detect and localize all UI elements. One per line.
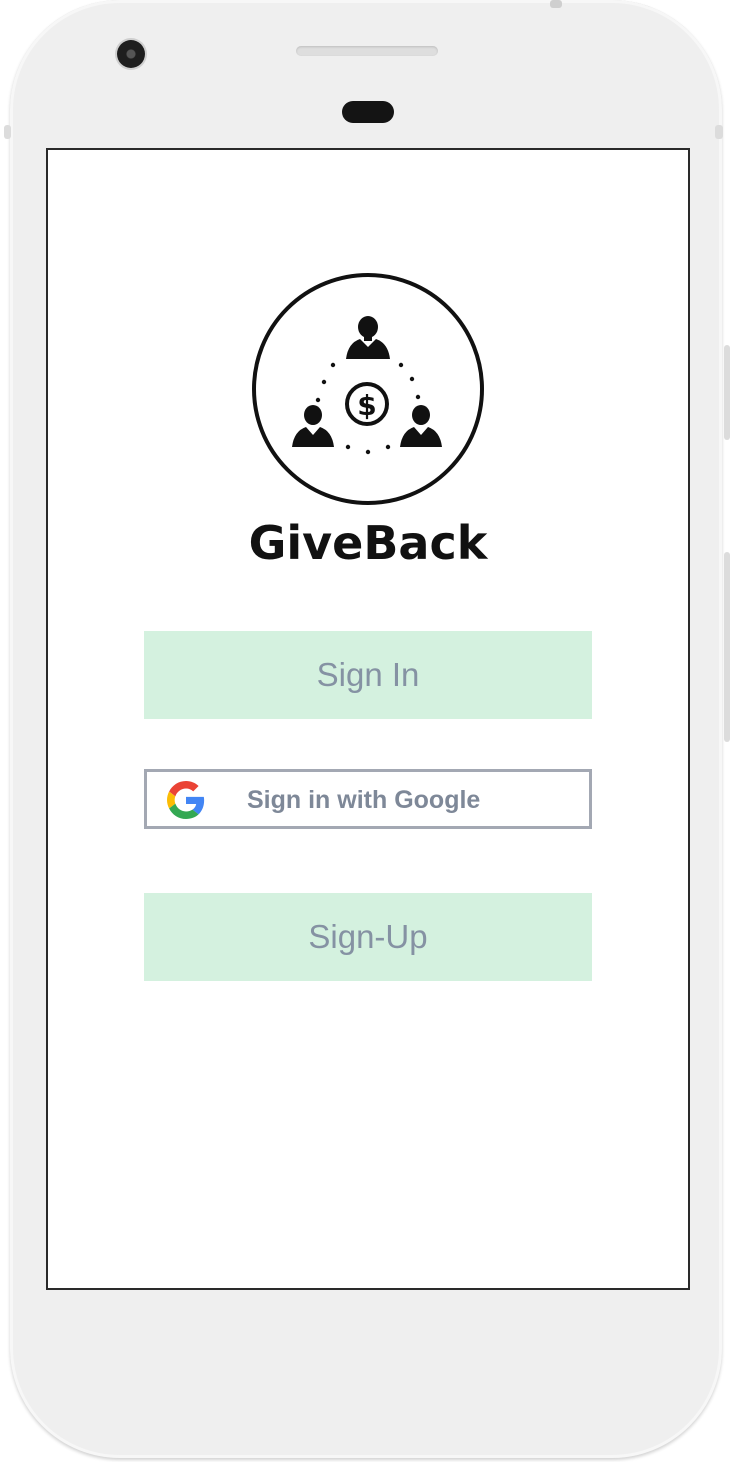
earpiece-speaker <box>296 46 438 56</box>
front-camera <box>117 40 145 68</box>
google-sign-in-button[interactable]: Sign in with Google <box>144 769 592 829</box>
app-title: GiveBack <box>248 516 488 570</box>
svg-text:$: $ <box>357 389 376 422</box>
google-g-icon <box>167 781 205 819</box>
phone-left-notch <box>4 125 11 139</box>
app-screen: $ GiveBack Sign In Sign in with Google S… <box>46 148 690 1290</box>
sign-up-button[interactable]: Sign-Up <box>144 893 592 981</box>
phone-top-pin <box>550 0 562 8</box>
sign-in-button[interactable]: Sign In <box>144 631 592 719</box>
proximity-sensor <box>342 101 394 123</box>
phone-right-notch <box>715 125 723 139</box>
people-money-circle-icon: $ <box>252 273 484 505</box>
power-button <box>724 345 730 440</box>
google-sign-in-label: Sign in with Google <box>247 786 481 814</box>
volume-button <box>724 552 730 742</box>
